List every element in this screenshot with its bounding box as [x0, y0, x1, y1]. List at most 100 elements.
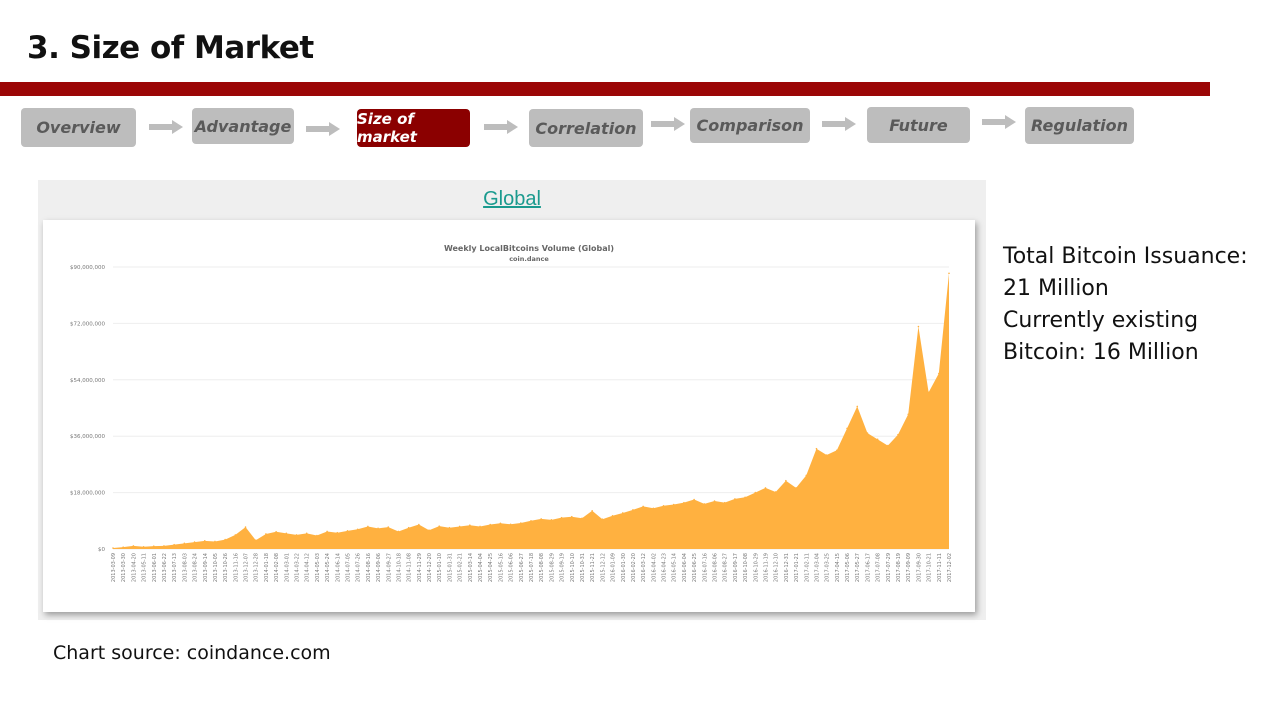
data-point: [152, 545, 155, 547]
data-point: [642, 505, 644, 508]
data-point: [458, 525, 461, 528]
x-tick-label: 2014-02-08: [274, 553, 280, 582]
y-tick-label: $72,000,000: [70, 321, 105, 327]
global-link[interactable]: Global: [38, 188, 986, 211]
x-tick-label: 2017-09-30: [916, 553, 922, 582]
x-tick-label: 2016-01-30: [621, 553, 627, 582]
data-point: [224, 538, 226, 541]
data-point: [367, 525, 369, 528]
chart-subtitle: coin.dance: [509, 255, 549, 263]
nav-step-overview[interactable]: Overview: [21, 108, 136, 147]
data-point: [122, 546, 124, 548]
nav-step-regulation[interactable]: Regulation: [1025, 107, 1134, 144]
data-point: [713, 500, 716, 502]
nav-step-correlation[interactable]: Correlation: [529, 109, 643, 147]
data-point: [203, 540, 206, 542]
x-tick-label: 2016-07-16: [702, 553, 708, 582]
data-point: [142, 546, 145, 548]
x-tick-label: 2016-08-27: [723, 553, 729, 582]
y-tick-label: $36,000,000: [70, 434, 105, 440]
x-tick-label: 2013-11-16: [233, 553, 239, 582]
data-point: [193, 541, 196, 543]
data-point: [672, 503, 675, 506]
data-point: [448, 526, 451, 529]
data-point: [938, 372, 940, 375]
data-point: [377, 527, 379, 530]
x-tick-label: 2016-11-19: [763, 553, 769, 582]
x-tick-label: 2015-03-14: [468, 553, 474, 582]
data-point: [652, 507, 655, 510]
nav-step-label: Correlation: [535, 118, 637, 138]
x-tick-label: 2014-06-14: [335, 553, 341, 582]
y-axis-ticks: $0 $18,000,000 $36,000,000 $54,000,000 $72,0…: [70, 265, 105, 553]
data-point: [632, 509, 634, 511]
x-tick-label: 2017-05-06: [845, 553, 851, 582]
data-point: [774, 491, 777, 493]
chart-card: Weekly LocalBitcoins Volume (Global) coi…: [43, 220, 975, 612]
data-point: [866, 432, 869, 434]
x-tick-label: 2017-02-11: [804, 553, 810, 582]
data-point: [876, 438, 879, 441]
right-arrow-icon: [484, 120, 518, 134]
x-tick-label: 2015-06-06: [509, 553, 515, 582]
y-tick-label: $90,000,000: [70, 265, 105, 271]
data-point: [295, 534, 298, 536]
y-tick-label: $18,000,000: [70, 491, 105, 497]
info-line: Currently existing: [1003, 308, 1199, 333]
right-arrow-icon: [149, 120, 183, 134]
x-tick-label: 2015-02-21: [458, 553, 464, 582]
data-point: [530, 520, 532, 522]
info-line: 21 Million: [1003, 276, 1109, 301]
x-tick-label: 2015-01-10: [437, 553, 443, 582]
x-tick-label: 2017-12-02: [947, 553, 953, 582]
x-tick-label: 2015-08-08: [539, 553, 545, 582]
data-point: [550, 519, 553, 521]
data-point: [560, 516, 563, 519]
data-point: [346, 530, 349, 532]
x-tick-label: 2016-10-29: [753, 553, 759, 582]
x-tick-label: 2015-07-18: [529, 553, 535, 582]
volume-area-chart: Weekly LocalBitcoins Volume (Global) coi…: [70, 244, 953, 582]
data-point: [917, 325, 920, 328]
data-point: [591, 509, 593, 512]
x-tick-label: 2015-01-31: [447, 553, 453, 582]
data-point: [897, 433, 899, 436]
x-tick-label: 2015-09-19: [560, 553, 566, 582]
x-tick-label: 2016-01-09: [611, 553, 617, 582]
nav-step-label: Regulation: [1030, 116, 1128, 135]
data-point: [418, 523, 420, 526]
data-point: [275, 530, 277, 533]
x-tick-label: 2014-04-12: [305, 553, 311, 582]
x-tick-label: 2016-03-12: [641, 553, 647, 582]
x-tick-label: 2017-05-27: [855, 553, 861, 582]
x-tick-label: 2015-11-21: [590, 553, 596, 582]
x-tick-label: 2017-04-15: [835, 553, 841, 582]
nav-step-size-of-market[interactable]: Size of market: [357, 109, 470, 147]
data-point: [489, 523, 492, 526]
volume-area: [113, 273, 949, 549]
data-point: [805, 474, 808, 477]
data-point: [662, 504, 665, 507]
x-tick-label: 2013-09-14: [203, 553, 209, 582]
data-point: [509, 523, 512, 526]
data-point: [397, 530, 400, 533]
slide-title: 3. Size of Market: [27, 30, 314, 66]
x-tick-label: 2016-12-31: [784, 553, 790, 582]
nav-step-advantage[interactable]: Advantage: [192, 108, 294, 144]
data-point: [214, 540, 216, 543]
nav-step-label: Future: [889, 115, 948, 135]
data-point: [305, 532, 308, 535]
x-tick-label: 2014-11-29: [417, 553, 423, 582]
x-tick-label: 2017-01-21: [794, 553, 800, 582]
data-point: [795, 487, 797, 489]
x-tick-label: 2017-06-17: [865, 553, 871, 582]
nav-step-future[interactable]: Future: [867, 107, 970, 143]
x-tick-label: 2013-08-03: [182, 553, 188, 582]
data-point: [754, 491, 757, 494]
x-tick-label: 2016-02-20: [631, 553, 637, 582]
x-tick-label: 2016-08-06: [713, 553, 719, 582]
data-point: [907, 413, 910, 416]
data-point: [815, 447, 818, 450]
nav-step-comparison[interactable]: Comparison: [690, 108, 810, 143]
data-point: [621, 512, 624, 514]
